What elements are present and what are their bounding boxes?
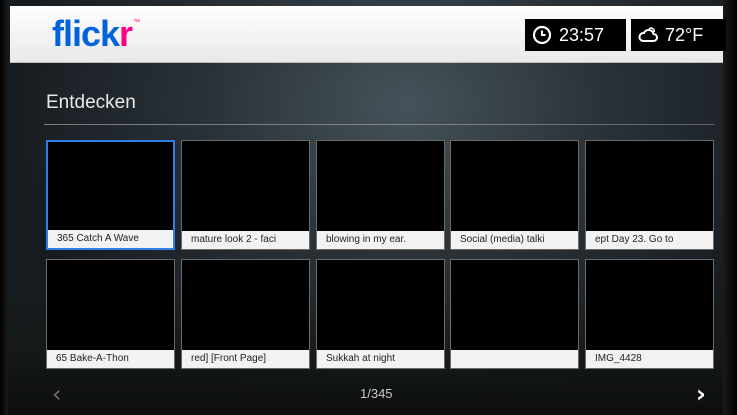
logo-flick: flick: [52, 13, 120, 54]
flickr-logo: flickr™: [52, 13, 140, 55]
chevron-right-icon[interactable]: ›: [696, 380, 706, 408]
left-edge: [0, 0, 8, 415]
photo-caption: IMG_4428: [586, 350, 713, 368]
pager: ‹ 1/345 ›: [0, 380, 737, 408]
photo-caption: 365 Catch A Wave: [48, 230, 173, 248]
photo-caption: Sukkah at night: [317, 350, 444, 368]
photo-tile[interactable]: blowing in my ear.: [316, 140, 445, 250]
photo-caption: blowing in my ear.: [317, 231, 444, 249]
page-total: /345: [367, 386, 393, 401]
title-divider: [44, 124, 715, 125]
photo-tile[interactable]: Sukkah at night: [316, 259, 445, 369]
right-edge: [723, 0, 737, 415]
temperature: 72°F: [665, 24, 704, 45]
logo-trademark: ™: [133, 19, 140, 26]
photo-caption: Social (media) talki: [451, 231, 578, 249]
photo-tile[interactable]: IMG_4428: [585, 259, 714, 369]
clock-widget: 23:57: [525, 19, 626, 51]
weather-widget: 72°F: [631, 19, 726, 51]
photo-caption: 65 Bake-A-Thon: [47, 350, 174, 368]
chevron-left-icon[interactable]: ‹: [52, 380, 62, 408]
photo-tile[interactable]: red] [Front Page]: [181, 259, 310, 369]
page-counter: 1/345: [360, 386, 393, 401]
section-title: Entdecken: [46, 92, 136, 113]
photo-caption: mature look 2 - faci: [182, 231, 309, 249]
photo-tile[interactable]: 365 Catch A Wave: [46, 140, 175, 250]
photo-grid: 365 Catch A Wave mature look 2 - faci bl…: [46, 140, 716, 370]
clock-icon: [531, 24, 553, 46]
photo-caption: red] [Front Page]: [182, 350, 309, 368]
logo-r: r: [119, 13, 133, 54]
weather-cloud-icon: [637, 24, 659, 46]
photo-tile[interactable]: 65 Bake-A-Thon: [46, 259, 175, 369]
photo-tile[interactable]: mature look 2 - faci: [181, 140, 310, 250]
photo-caption: [451, 350, 578, 368]
photo-tile[interactable]: ept Day 23. Go to: [585, 140, 714, 250]
clock-time: 23:57: [559, 24, 605, 45]
photo-tile[interactable]: Social (media) talki: [450, 140, 579, 250]
top-bar: flickr™ 23:57 72°F: [10, 6, 726, 63]
photo-tile[interactable]: [450, 259, 579, 369]
photo-caption: ept Day 23. Go to: [586, 231, 713, 249]
